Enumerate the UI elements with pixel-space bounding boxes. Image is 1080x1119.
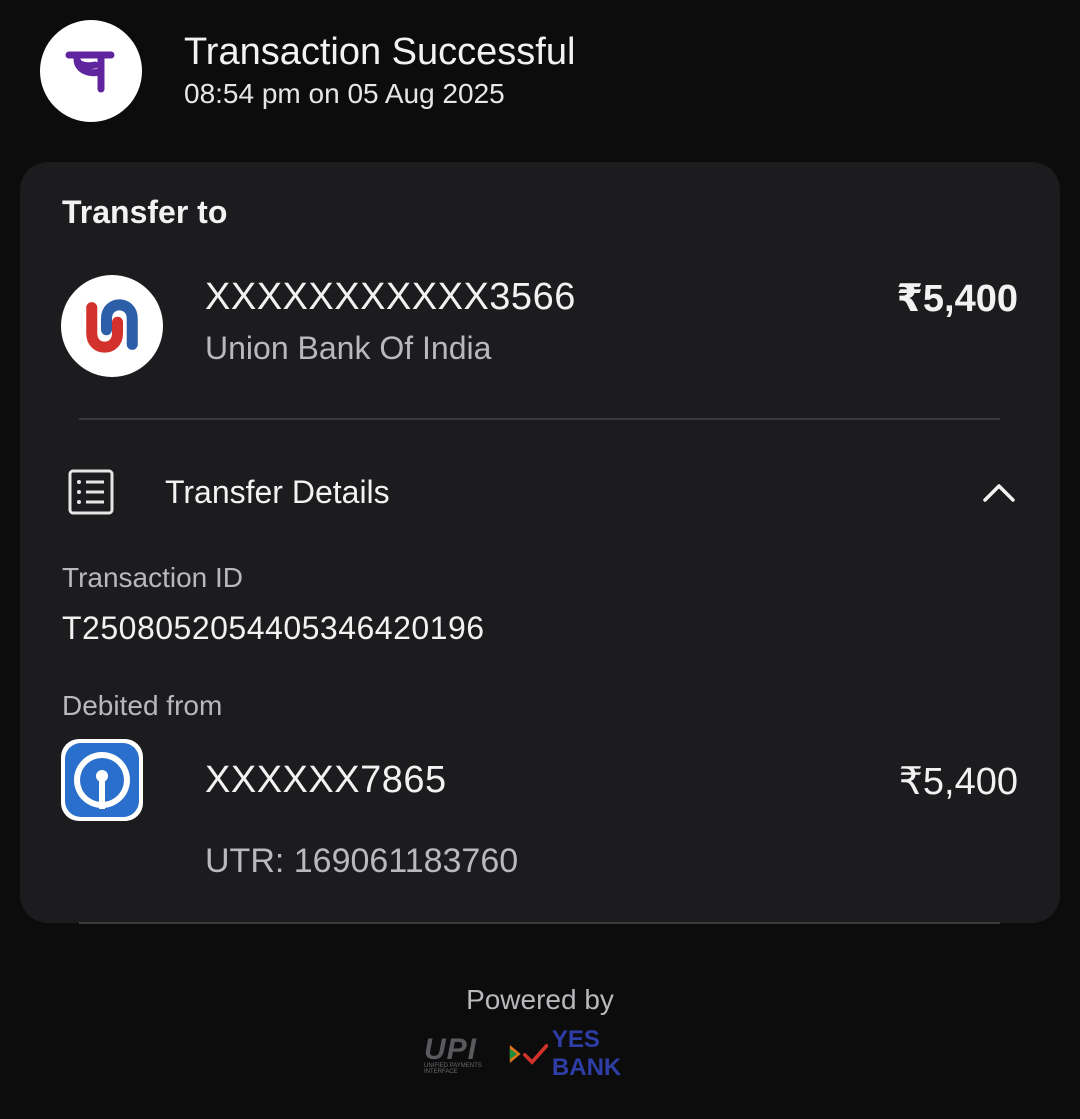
partner-logos: UPI UNIFIED PAYMENTS INTERFACE YES BANK [424,1026,664,1081]
footer: Powered by [0,984,1080,1016]
recipient-account-number: XXXXXXXXXXX3566 [205,276,576,318]
receipt-header: Transaction Successful 08:54 pm on 05 Au… [40,20,575,122]
transfer-amount: ₹5,400 [896,278,1018,320]
sbi-logo-icon [61,739,143,821]
transaction-id-label: Transaction ID [62,562,244,593]
debited-amount: ₹5,400 [898,761,1018,803]
debited-account-number: XXXXXX7865 [205,759,447,801]
status-title: Transaction Successful [184,31,576,73]
transfer-details-label: Transfer Details [165,473,390,510]
divider [79,418,1000,420]
transfer-to-title: Transfer to [62,194,228,230]
receipt-list-icon [68,469,114,515]
transaction-id-value: T2508052054405346420196 [62,610,485,646]
yes-bank-tick-icon [522,1044,548,1065]
phonepe-pe-icon [65,51,115,93]
debited-from-label: Debited from [62,690,223,721]
utr-number: UTR: 169061183760 [205,842,519,880]
footer-divider [79,922,1000,924]
yes-bank-logo-text: YES BANK [551,1026,622,1081]
powered-by-label: Powered by [466,984,614,1015]
chevron-up-icon[interactable] [981,474,1017,510]
transaction-receipt-page: Transaction Successful 08:54 pm on 05 Au… [0,0,1080,1119]
transaction-card: Transfer to XXXXXXXXXXX3566 Union Bank O… [20,162,1060,923]
recipient-bank-name: Union Bank Of India [205,330,492,366]
upi-arrow-icon [509,1044,521,1064]
upi-logo-subtext: UNIFIED PAYMENTS INTERFACE [424,1063,482,1075]
transfer-details-toggle[interactable]: Transfer Details [67,462,1017,522]
sbi-symbol [65,743,139,817]
union-bank-symbol [86,299,138,353]
transaction-timestamp: 08:54 pm on 05 Aug 2025 [184,78,505,109]
header-text-block: Transaction Successful 08:54 pm on 05 Au… [184,30,575,112]
upi-logo-text: UPI [424,1033,478,1066]
upi-logo: UPI UNIFIED PAYMENTS INTERFACE [424,1033,508,1075]
phonepe-logo-icon [40,20,142,122]
union-bank-logo-icon [61,275,163,377]
